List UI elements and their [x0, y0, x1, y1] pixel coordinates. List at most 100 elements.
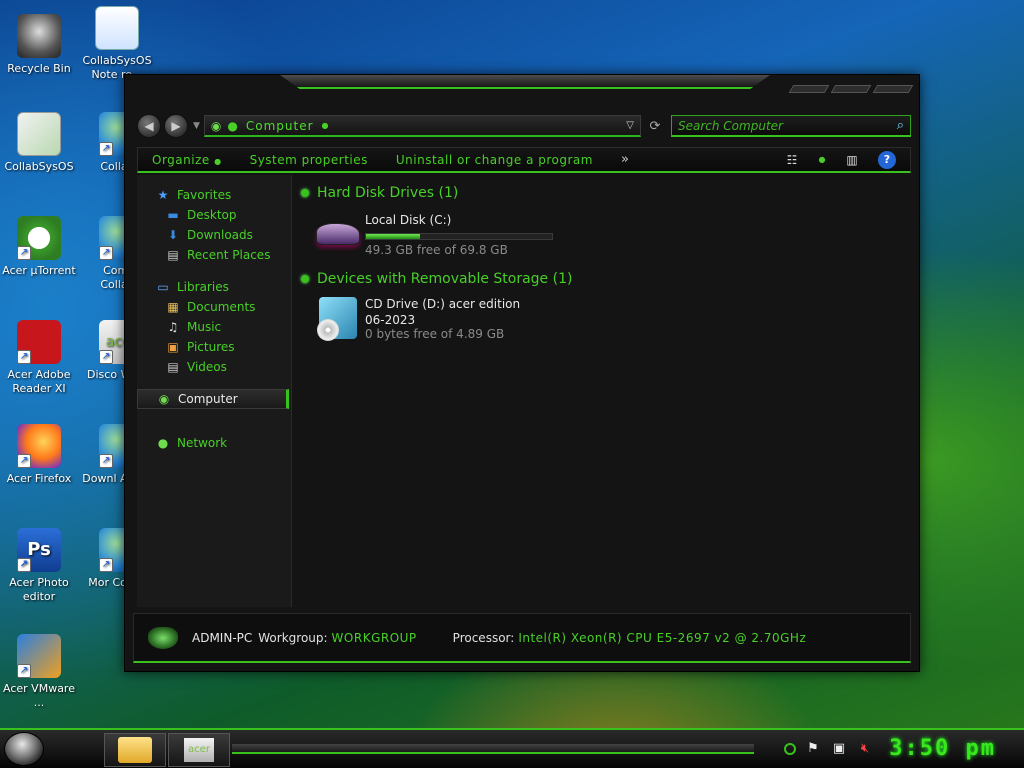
- disk-usage-bar: [365, 233, 553, 240]
- nav-label: Pictures: [187, 340, 235, 354]
- drive-local-disk-c[interactable]: Local Disk (C:) 49.3 GB free of 69.8 GB: [311, 209, 905, 267]
- back-button[interactable]: ◀: [137, 114, 161, 138]
- breadcrumb-computer[interactable]: Computer: [246, 119, 314, 133]
- nav-label: Music: [187, 320, 222, 334]
- system-tray: ⚑ ▣ 🔇︎: [784, 740, 874, 758]
- help-icon[interactable]: ?: [878, 150, 896, 169]
- system-properties-button[interactable]: System properties: [250, 153, 368, 167]
- shortcut-arrow-icon: ↗: [99, 350, 113, 364]
- nav-label: Documents: [187, 300, 256, 314]
- shortcut-arrow-icon: ↗: [17, 558, 31, 572]
- search-icon[interactable]: ⌕: [897, 118, 904, 133]
- taskbar-clock[interactable]: 3:50 pm: [889, 736, 996, 761]
- desktop-icon-collabsysos[interactable]: CollabSysOS: [0, 112, 78, 174]
- drive-free-space: 49.3 GB free of 69.8 GB: [365, 243, 508, 257]
- desktop-icon-acer-photo-editor[interactable]: Ps ↗ Acer Photo editor: [0, 528, 78, 604]
- nav-downloads[interactable]: ⬇ Downloads: [137, 225, 291, 245]
- content-pane: Hard Disk Drives (1) Local Disk (C:) 49.…: [295, 175, 911, 607]
- group-bullet-icon: [301, 275, 309, 283]
- nav-network[interactable]: ● Network: [137, 433, 291, 453]
- firefox-icon: ↗: [17, 424, 61, 468]
- shortcut-arrow-icon: ↗: [99, 454, 113, 468]
- desktop-icon-collabsysos-note[interactable]: CollabSysOS Note re...: [78, 6, 156, 82]
- refresh-button[interactable]: ⟳: [645, 119, 665, 134]
- drive-free-space: 0 bytes free of 4.89 GB: [365, 327, 505, 341]
- nav-label: Desktop: [187, 208, 237, 222]
- desktop-icon-label: CollabSysOS: [4, 160, 74, 173]
- desktop-icon-label: Acer Adobe Reader XI: [7, 368, 71, 395]
- desktop-icon-acer-firefox[interactable]: ↗ Acer Firefox: [0, 424, 78, 486]
- group-removable-storage[interactable]: Devices with Removable Storage (1): [301, 269, 905, 289]
- desktop-icon-acer-vmware[interactable]: ↗ Acer VMware ...: [0, 634, 78, 710]
- utorrent-icon: ↗: [17, 216, 61, 260]
- more-commands-button[interactable]: »: [621, 152, 629, 167]
- processor-value: Intel(R) Xeon(R) CPU E5-2697 v2 @ 2.70GH…: [518, 630, 807, 645]
- drive-volume-label: 06-2023: [365, 313, 416, 327]
- desktop-icon-recycle-bin[interactable]: Recycle Bin: [0, 14, 78, 76]
- uninstall-program-button[interactable]: Uninstall or change a program: [396, 153, 593, 167]
- folder-icon: [118, 737, 152, 763]
- nav-favorites[interactable]: ★ Favorites: [137, 185, 291, 205]
- processor-label: Processor:: [452, 630, 515, 645]
- taskbar-track: [232, 744, 754, 754]
- taskbar-acer-button[interactable]: acer: [168, 733, 230, 767]
- navigation-pane: ★ Favorites ▬ Desktop ⬇ Downloads ▤ Rece…: [137, 175, 292, 607]
- taskbar-explorer-button[interactable]: [104, 733, 166, 767]
- nav-pictures[interactable]: ▣ Pictures: [137, 337, 291, 357]
- preview-pane-icon[interactable]: ▥: [842, 151, 862, 169]
- nav-music[interactable]: ♫ Music: [137, 317, 291, 337]
- desktop-folder-icon: ▬: [167, 208, 179, 222]
- minimize-button[interactable]: [788, 85, 830, 93]
- organize-label: Organize: [152, 152, 210, 167]
- hard-disk-icon: [311, 209, 365, 259]
- star-icon: ★: [157, 188, 169, 202]
- maximize-button[interactable]: [830, 85, 872, 93]
- address-dropdown-icon[interactable]: ▽: [626, 120, 634, 131]
- recycle-bin-icon: [17, 14, 61, 58]
- shortcut-arrow-icon: ↗: [17, 454, 31, 468]
- recent-pages-dropdown[interactable]: ▼: [193, 121, 200, 131]
- nav-label: Downloads: [187, 228, 253, 242]
- start-button[interactable]: [4, 732, 44, 766]
- breadcrumb-separator-icon: ●: [321, 121, 329, 130]
- desktop-icon-acer-utorrent[interactable]: ↗ Acer µTorrent: [0, 216, 78, 278]
- nav-libraries[interactable]: ▭ Libraries: [137, 277, 291, 297]
- computer-icon: ◉: [210, 118, 222, 133]
- network-icon[interactable]: ▣: [830, 740, 848, 758]
- explorer-window: ◀ ▶ ▼ ◉ ● Computer ● ▽ ⟳ ⌕ Organize ● Sy…: [124, 74, 920, 672]
- shortcut-arrow-icon: ↗: [17, 350, 31, 364]
- adobe-reader-icon: ↗: [17, 320, 61, 364]
- nav-recent-places[interactable]: ▤ Recent Places: [137, 245, 291, 265]
- breadcrumb-separator-icon: ●: [227, 118, 238, 133]
- nav-label: Computer: [178, 392, 238, 406]
- change-view-icon[interactable]: ☷: [782, 151, 802, 169]
- close-button[interactable]: [872, 85, 914, 93]
- search-box: ⌕: [671, 115, 911, 137]
- nav-label: Libraries: [177, 280, 229, 294]
- drive-cd-d[interactable]: CD Drive (D:) acer edition 06-2023 0 byt…: [311, 293, 905, 351]
- address-bar[interactable]: ◉ ● Computer ● ▽: [203, 115, 641, 137]
- address-row: ◀ ▶ ▼ ◉ ● Computer ● ▽ ⟳ ⌕: [137, 113, 911, 139]
- nav-documents[interactable]: ▦ Documents: [137, 297, 291, 317]
- organize-button[interactable]: Organize ●: [152, 153, 222, 167]
- volume-muted-icon[interactable]: 🔇︎: [856, 740, 874, 758]
- nav-label: Network: [177, 436, 228, 450]
- notepad-icon: [95, 6, 139, 50]
- desktop-icon-acer-adobe-reader[interactable]: ↗ Acer Adobe Reader XI: [0, 320, 78, 396]
- action-center-flag-icon[interactable]: ⚑: [804, 740, 822, 758]
- nav-label: Favorites: [177, 188, 232, 202]
- title-bar-decoration[interactable]: [280, 75, 770, 89]
- search-input[interactable]: [678, 118, 897, 133]
- group-hard-disk-drives[interactable]: Hard Disk Drives (1): [301, 183, 905, 203]
- nav-videos[interactable]: ▤ Videos: [137, 357, 291, 377]
- desktop-icon-label: Acer VMware ...: [3, 682, 75, 709]
- forward-button[interactable]: ▶: [164, 114, 188, 138]
- nav-computer[interactable]: ◉ Computer: [137, 389, 289, 409]
- acer-icon: acer: [184, 738, 214, 762]
- tray-status-icon[interactable]: [784, 743, 796, 755]
- drive-name: Local Disk (C:): [365, 213, 452, 227]
- back-arrow-icon: ◀: [144, 119, 154, 133]
- view-options-icon[interactable]: ●: [812, 151, 832, 169]
- workgroup-value: WORKGROUP: [331, 630, 417, 645]
- nav-desktop[interactable]: ▬ Desktop: [137, 205, 291, 225]
